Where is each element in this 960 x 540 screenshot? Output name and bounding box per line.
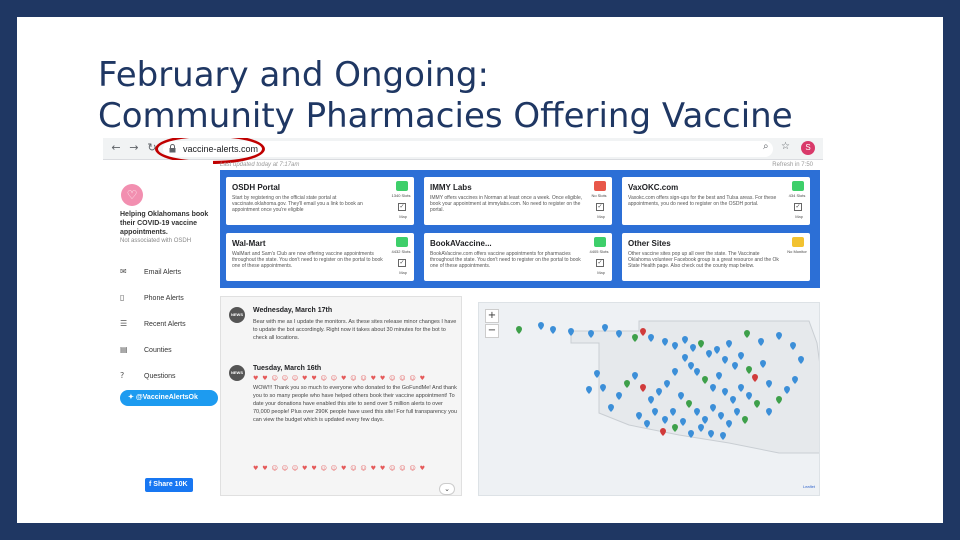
card-title: Wal-Mart (232, 239, 266, 248)
site-tagline: Helping Oklahomans book their COVID-19 v… (120, 211, 209, 236)
vaccine-site-map[interactable]: + − Leaflet (478, 302, 820, 496)
card-bookavaccine[interactable]: BookAVaccine... BookAVaccine.com offers … (424, 233, 612, 281)
status-label: No Monitor (787, 249, 807, 254)
location-pin[interactable] (550, 326, 556, 334)
profile-avatar[interactable]: S (801, 141, 815, 155)
twitter-follow-button[interactable]: ✦ @VaccineAlertsOk (120, 390, 218, 406)
sidebar-item-recent-alerts[interactable]: ☰ Recent Alerts (120, 316, 212, 332)
affiliation-note: Not associated with OSDH (120, 238, 192, 244)
sidebar-item-questions[interactable]: ? Questions (120, 368, 212, 384)
forward-icon[interactable]: → (127, 141, 141, 155)
map-canvas (516, 320, 819, 454)
card-title: OSDH Portal (232, 183, 281, 192)
refresh-timer: Refresh in 7:50 (772, 162, 813, 168)
card-title: VaxOKC.com (628, 183, 679, 192)
sidebar-item-label: Counties (144, 347, 172, 354)
card-immy-labs[interactable]: IMMY Labs IMMY offers vaccines in Norman… (424, 177, 612, 225)
card-vaxokc[interactable]: VaxOKC.com Vaxokc.com offers sign-ups fo… (622, 177, 810, 225)
main-content: Last updated today at 7:17am Refresh in … (220, 160, 823, 496)
email-icon: ✉ (120, 267, 127, 276)
question-icon: ? (120, 371, 125, 380)
status-label: 434 Slots (788, 193, 806, 198)
map-link[interactable]: Map (597, 270, 605, 275)
card-description: WalMart and Sam's Club are now offering … (232, 251, 383, 269)
status-indicator (594, 181, 606, 191)
card-title: Other Sites (628, 239, 671, 248)
status-indicator (792, 237, 804, 247)
map-link[interactable]: Map (597, 214, 605, 219)
emoji-row: ♥ ♥ ☺ ☺ ☺ ♥ ♥ ☺ ☺ ♥ ☺ ☺ ♥ ♥ ☺ ☺ ☺ ♥ (253, 375, 427, 382)
browser-toolbar: ← → ↻ vaccine-alerts.com ⌕ ☆ S (103, 138, 823, 164)
map-link[interactable]: Map (399, 214, 407, 219)
slide-title-line2: Community Pharmacies Offering Vaccine (98, 96, 793, 136)
card-description: Vaxokc.com offers sign-ups for the best … (628, 195, 777, 207)
sidebar-item-counties[interactable]: ▤ Counties (120, 342, 212, 358)
map-icon: ▤ (120, 345, 128, 354)
status-label: 1340 Slots (391, 193, 411, 198)
news-body: Bear with me as I update the monitors. A… (253, 319, 457, 341)
oklahoma-outline (570, 320, 819, 454)
news-avatar: NEWS (229, 307, 245, 323)
heart-logo-icon: ♡ (121, 184, 143, 206)
checkbox-icon[interactable]: ✓ (794, 203, 802, 211)
last-updated: Last updated today at 7:17am (220, 162, 300, 168)
status-indicator (396, 181, 408, 191)
status-indicator (396, 237, 408, 247)
status-indicator (594, 237, 606, 247)
card-title: IMMY Labs (430, 183, 472, 192)
status-label: No Slots (591, 193, 607, 198)
back-icon[interactable]: ← (109, 141, 123, 155)
card-description: Other vaccine sites pop up all over the … (628, 251, 779, 269)
sidebar-item-label: Questions (144, 373, 176, 380)
sidebar-item-phone-alerts[interactable]: ▯ Phone Alerts (120, 290, 212, 306)
map-link[interactable]: Map (399, 270, 407, 275)
card-wal-mart[interactable]: Wal-Mart WalMart and Sam's Club are now … (226, 233, 414, 281)
phone-icon: ▯ (120, 293, 125, 302)
card-osdh-portal[interactable]: OSDH Portal Start by registering on the … (226, 177, 414, 225)
twitter-handle: @VaccineAlertsOk (135, 394, 198, 401)
card-description: Start by registering on the official sta… (232, 195, 363, 213)
status-indicator (792, 181, 804, 191)
zoom-icon[interactable]: ⌕ (763, 141, 769, 152)
card-title: BookAVaccine... (430, 239, 492, 248)
news-date: Wednesday, March 17th (253, 307, 333, 314)
sidebar: ♡ Helping Oklahomans book their COVID-19… (103, 160, 218, 496)
news-body: WOW!!! Thank you so much to everyone who… (253, 385, 457, 423)
card-description: BookAVaccine.com offers vaccine appointm… (430, 251, 581, 269)
slide-title: February and Ongoing: Community Pharmaci… (98, 55, 938, 137)
website-screenshot: ← → ↻ vaccine-alerts.com ⌕ ☆ S ♡ Helping… (103, 138, 823, 496)
news-feed[interactable]: NEWS Wednesday, March 17th Bear with me … (220, 296, 462, 496)
twitter-icon: ✦ (128, 394, 136, 401)
zoom-out-button[interactable]: − (485, 324, 499, 338)
slide-title-line1: February and Ongoing: (98, 55, 489, 95)
location-pin[interactable] (516, 326, 522, 334)
sidebar-item-email-alerts[interactable]: ✉ Email Alerts (120, 264, 212, 280)
checkbox-icon[interactable]: ✓ (398, 203, 406, 211)
news-avatar: NEWS (229, 365, 245, 381)
sidebar-item-label: Phone Alerts (144, 295, 184, 302)
card-description: IMMY offers vaccines in Norman at least … (430, 195, 583, 213)
map-attribution[interactable]: Leaflet (803, 484, 815, 489)
status-label: 4432 Slots (391, 249, 411, 254)
zoom-in-button[interactable]: + (485, 309, 499, 323)
sidebar-item-label: Recent Alerts (144, 321, 186, 328)
provider-cards-panel: OSDH Portal Start by registering on the … (220, 170, 820, 288)
status-label: 4405 Slots (589, 249, 609, 254)
location-pin[interactable] (586, 386, 592, 394)
map-link[interactable]: Map (795, 214, 803, 219)
checkbox-icon[interactable]: ✓ (398, 259, 406, 267)
list-icon: ☰ (120, 319, 128, 328)
card-other-sites[interactable]: Other Sites Other vaccine sites pop up a… (622, 233, 810, 281)
facebook-share-button[interactable]: f Share 10K (145, 478, 193, 492)
star-icon[interactable]: ☆ (781, 141, 790, 152)
location-pin[interactable] (538, 322, 544, 330)
chevron-down-icon[interactable]: ⌄ (439, 483, 455, 495)
checkbox-icon[interactable]: ✓ (596, 203, 604, 211)
emoji-row: ♥ ♥ ☺ ☺ ☺ ♥ ♥ ☺ ☺ ♥ ☺ ☺ ♥ ♥ ☺ ☺ ☺ ♥ (253, 465, 427, 472)
location-pin[interactable] (660, 428, 666, 436)
checkbox-icon[interactable]: ✓ (596, 259, 604, 267)
facebook-share-label: Share 10K (153, 481, 188, 488)
news-date: Tuesday, March 16th (253, 365, 322, 372)
sidebar-item-label: Email Alerts (144, 269, 181, 276)
